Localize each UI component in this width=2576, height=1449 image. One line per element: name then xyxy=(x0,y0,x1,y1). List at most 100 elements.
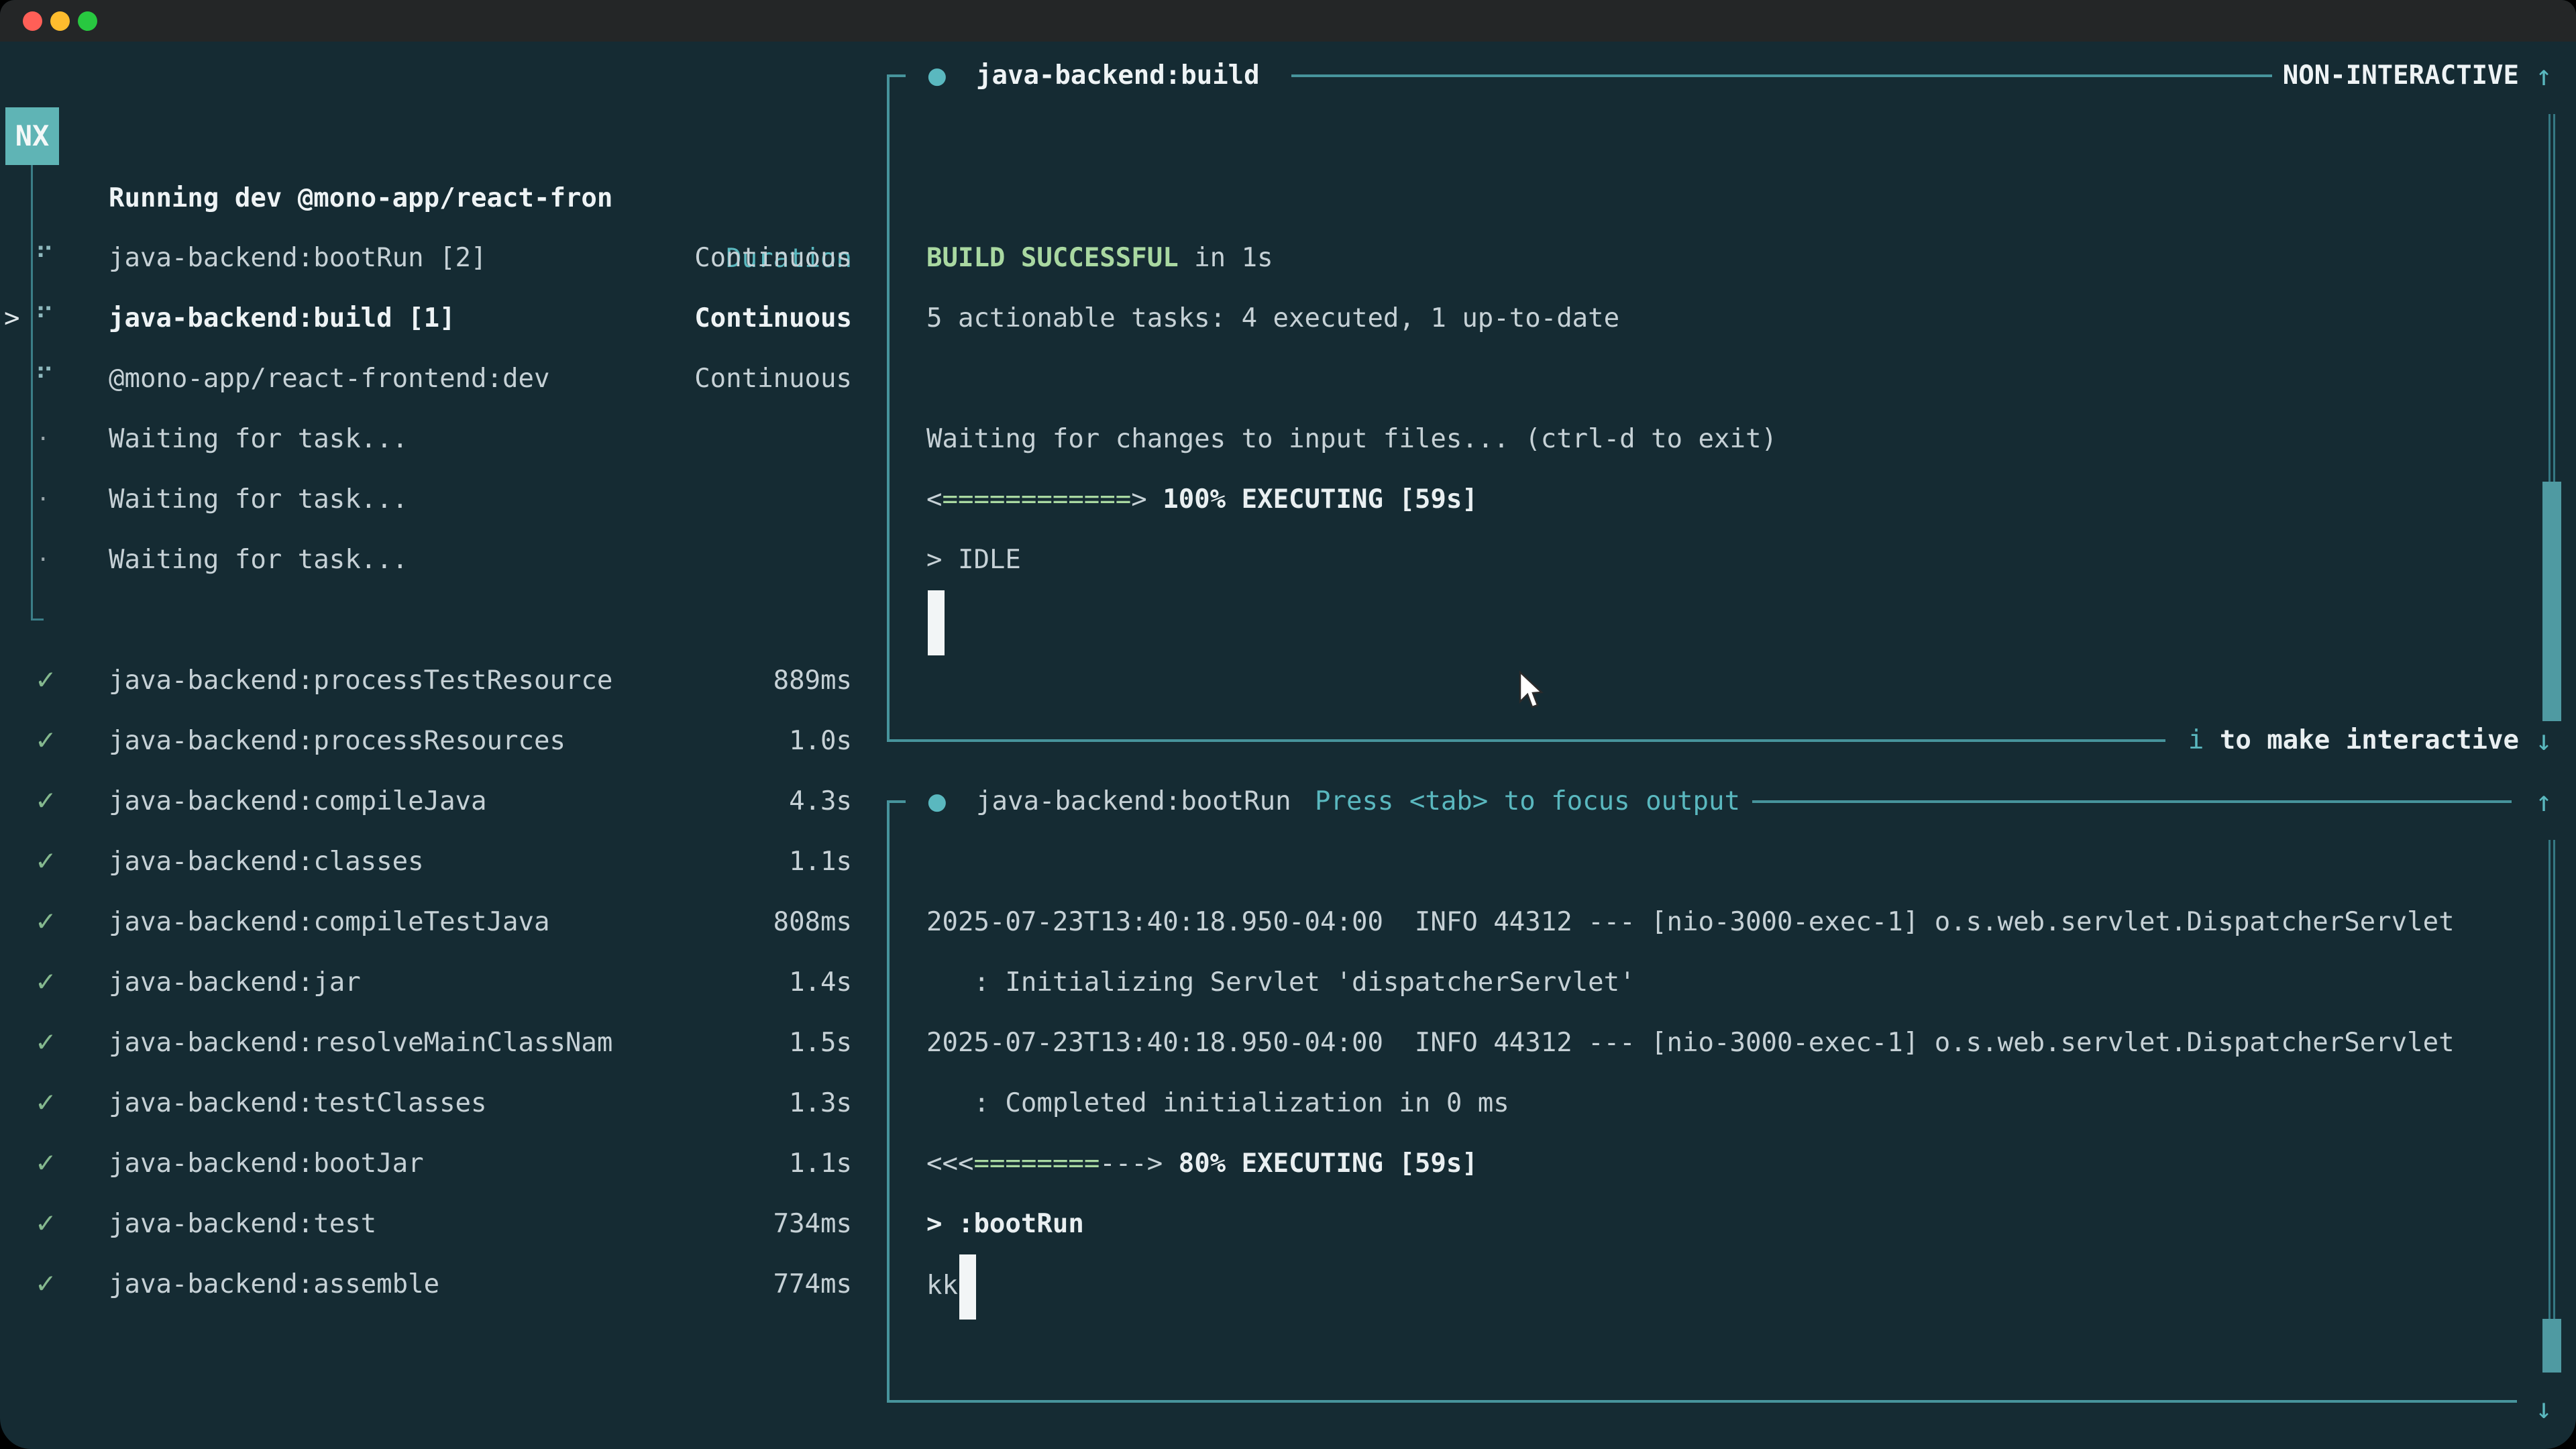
bootrun-panel-corner-stub xyxy=(887,800,906,803)
terminal-text-segment: 5 actionable tasks: 4 executed, 1 up-to-… xyxy=(926,303,1619,333)
task-row-waiting: ·Waiting for task... xyxy=(0,530,852,590)
task-row-completed[interactable]: ✓java-backend:classes1.1s xyxy=(0,832,852,892)
check-icon: ✓ xyxy=(35,711,57,771)
terminal-text-segment: 2025-07-23T13:40:18.950-04:00 INFO 44312… xyxy=(926,907,2455,937)
zoom-button[interactable] xyxy=(78,11,97,31)
terminal-line: > IDLE xyxy=(926,530,1021,590)
check-icon: ✓ xyxy=(35,832,57,892)
task-label: java-backend:build [1] xyxy=(109,288,455,349)
terminal-line: <============> 100% EXECUTING [59s] xyxy=(926,470,1478,530)
task-duration: 1.4s xyxy=(789,953,852,1013)
check-icon: ✓ xyxy=(35,1013,57,1073)
task-label: java-backend:resolveMainClassNam xyxy=(109,1013,612,1073)
task-row-continuous[interactable]: ⠋ java-backend:bootRun [2] Continuous xyxy=(0,228,852,288)
non-interactive-badge: NON-INTERACTIVE xyxy=(2283,60,2519,91)
task-duration: 1.0s xyxy=(789,711,852,771)
task-duration: 734ms xyxy=(773,1194,852,1254)
task-duration: 1.1s xyxy=(789,1134,852,1194)
task-row-completed[interactable]: ✓ java-backend:bootJar 1.1s xyxy=(0,1134,852,1194)
terminal-text-segment: Waiting for changes to input files... (c… xyxy=(926,424,1777,454)
terminal-text-segment: 100% EXECUTING [59s] xyxy=(1147,484,1478,515)
task-label: java-backend:jar xyxy=(109,953,361,1013)
terminal-text-segment: > xyxy=(1131,484,1146,515)
task-label: Waiting for task... xyxy=(109,530,408,590)
terminal-line: : Completed initialization in 0 ms xyxy=(926,1073,1509,1134)
terminal-text-segment: BUILD SUCCESSFUL xyxy=(926,243,1179,273)
check-icon: ✓ xyxy=(35,1073,57,1134)
bootrun-scrollbar-track[interactable] xyxy=(2548,840,2555,1370)
build-panel-title: java-backend:build xyxy=(976,46,1260,106)
build-panel-corner-stub xyxy=(887,74,906,77)
task-label: java-backend:bootJar xyxy=(109,1134,424,1194)
focus-output-hint: Press <tab> to focus output xyxy=(1315,771,1740,832)
build-scrollbar-thumb[interactable] xyxy=(2542,482,2561,721)
task-row-completed[interactable]: ✓java-backend:jar1.4s xyxy=(0,953,852,1013)
check-icon: ✓ xyxy=(35,892,57,953)
task-row-completed[interactable]: ✓java-backend:testClasses1.3s xyxy=(0,1073,852,1134)
terminal-line: Waiting for changes to input files... (c… xyxy=(926,409,1777,470)
build-scroll-down-icon[interactable]: ↓ xyxy=(2524,710,2564,771)
sidebar-title: Running dev @mono-app/react-fron xyxy=(109,168,612,229)
task-duration: Continuous xyxy=(694,349,852,409)
bootrun-task-bullet-icon: ● xyxy=(927,771,947,832)
pagination: ← 1/2 → xyxy=(19,1435,129,1449)
task-row-continuous[interactable]: >⠋java-backend:build [1]Continuous xyxy=(0,288,852,349)
task-duration: 774ms xyxy=(773,1254,852,1315)
task-row-completed[interactable]: ✓ java-backend:assemble 774ms xyxy=(0,1254,852,1315)
close-button[interactable] xyxy=(23,11,42,31)
task-label: java-backend:bootRun [2] xyxy=(109,228,487,288)
build-task-bullet-icon: ● xyxy=(927,46,947,106)
selection-caret-icon: > xyxy=(4,288,19,349)
terminal-line: 2025-07-23T13:40:18.950-04:00 INFO 44312… xyxy=(926,1013,2455,1073)
terminal-line: <<<========---> 80% EXECUTING [59s] xyxy=(926,1134,1478,1194)
terminal-line: kk xyxy=(926,1254,976,1315)
task-label: java-backend:compileTestJava xyxy=(109,892,549,953)
bootrun-scrollbar-thumb[interactable] xyxy=(2542,1319,2561,1373)
terminal-text-segment: : Completed initialization in 0 ms xyxy=(926,1088,1509,1118)
build-panel-left-border xyxy=(887,76,890,741)
task-row-completed[interactable]: ✓java-backend:resolveMainClassNam1.5s xyxy=(0,1013,852,1073)
terminal-text-segment: : Initializing Servlet 'dispatcherServle… xyxy=(926,967,1635,998)
task-label: java-backend:processResources xyxy=(109,711,566,771)
minimize-button[interactable] xyxy=(50,11,70,31)
task-row-completed[interactable]: ✓ java-backend:compileJava 4.3s xyxy=(0,771,852,832)
check-icon: ✓ xyxy=(35,1134,57,1194)
task-row-completed[interactable]: ✓java-backend:processTestResource889ms xyxy=(0,651,852,711)
spinner-icon: ⠋ xyxy=(35,228,54,288)
check-icon: ✓ xyxy=(35,1194,57,1254)
task-row-completed[interactable]: ✓ java-backend:processResources 1.0s xyxy=(0,711,852,771)
terminal-line: > :bootRun xyxy=(926,1194,1084,1254)
task-duration: 808ms xyxy=(773,892,852,953)
task-row-waiting: ·Waiting for task... xyxy=(0,409,852,470)
terminal-text-segment: < xyxy=(926,484,942,515)
task-label: java-backend:test xyxy=(109,1194,376,1254)
bootrun-panel-bottom-border xyxy=(887,1400,2517,1403)
interactive-hint-text: to make interactive xyxy=(2204,725,2519,755)
bootrun-panel-title: java-backend:bootRun xyxy=(976,771,1291,832)
task-label: @mono-app/react-frontend:dev xyxy=(109,349,549,409)
task-label: Waiting for task... xyxy=(109,470,408,530)
task-duration: 4.3s xyxy=(789,771,852,832)
interactive-hint-key: i xyxy=(2188,725,2204,755)
terminal-text-segment: 2025-07-23T13:40:18.950-04:00 INFO 44312… xyxy=(926,1028,2455,1058)
task-row-completed[interactable]: ✓ java-backend:compileTestJava 808ms xyxy=(0,892,852,953)
bootrun-scroll-down-icon[interactable]: ↓ xyxy=(2524,1379,2564,1439)
task-label: java-backend:processTestResource xyxy=(109,651,612,711)
task-label: java-backend:testClasses xyxy=(109,1073,487,1134)
task-label: java-backend:assemble xyxy=(109,1254,439,1315)
check-icon: ✓ xyxy=(35,651,57,711)
task-row-completed[interactable]: ✓ java-backend:test 734ms xyxy=(0,1194,852,1254)
task-label: java-backend:compileJava xyxy=(109,771,487,832)
terminal-line xyxy=(926,590,945,651)
bootrun-scroll-up-icon[interactable]: ↑ xyxy=(2524,771,2564,832)
build-scroll-up-icon[interactable]: ↑ xyxy=(2524,46,2564,106)
terminal-window: NX Running dev @mono-app/react-fron Dura… xyxy=(0,0,2576,1449)
task-row-continuous[interactable]: ⠋@mono-app/react-frontend:devContinuous xyxy=(0,349,852,409)
check-icon: ✓ xyxy=(35,1254,57,1315)
build-panel-bottom-border xyxy=(887,739,2165,742)
terminal-text-segment: ============ xyxy=(942,484,1131,515)
terminal-text-segment: --- xyxy=(1099,1148,1146,1179)
terminal-block-cursor xyxy=(959,1254,976,1320)
task-duration: Continuous xyxy=(694,228,852,288)
check-icon: ✓ xyxy=(35,771,57,832)
